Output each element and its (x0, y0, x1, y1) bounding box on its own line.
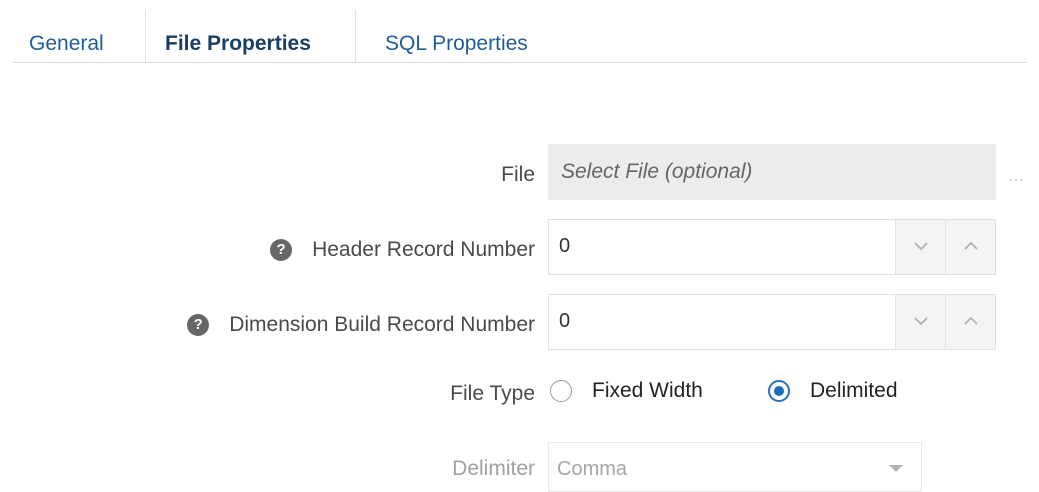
help-icon[interactable]: ? (270, 239, 293, 261)
file-type-label: File Type (450, 382, 535, 405)
delimiter-value: Comma (557, 458, 628, 480)
tab-divider (145, 10, 146, 62)
tab-bar: General File Properties SQL Properties (12, 0, 1027, 63)
header-record-number-input[interactable]: 0 (548, 219, 996, 275)
browse-more-icon[interactable]: … (1008, 168, 1025, 186)
increment-button[interactable] (945, 220, 995, 274)
tab-general[interactable]: General (29, 0, 104, 62)
file-input[interactable]: Select File (optional) (548, 144, 996, 200)
radio-circle-checked[interactable] (768, 380, 790, 402)
radio-fixed-width-label: Fixed Width (592, 379, 703, 402)
dimension-build-record-number-input[interactable]: 0 (548, 294, 996, 350)
dim-build-record-label-text: Dimension Build Record Number (229, 313, 535, 336)
help-icon[interactable]: ? (187, 314, 210, 336)
radio-delimited-label: Delimited (810, 379, 898, 402)
chevron-down-icon (914, 242, 928, 251)
delimiter-select[interactable]: Comma (548, 442, 922, 492)
header-record-label: ? Header Record Number (270, 238, 535, 262)
radio-circle-unchecked[interactable] (550, 380, 572, 402)
chevron-up-icon (964, 241, 978, 250)
header-record-label-text: Header Record Number (312, 238, 535, 261)
decrement-button[interactable] (895, 220, 945, 274)
caret-down-icon (889, 465, 903, 472)
dim-build-record-value: 0 (559, 310, 571, 332)
dim-build-record-label: ? Dimension Build Record Number (187, 313, 535, 337)
delimiter-label: Delimiter (452, 457, 535, 480)
file-placeholder: Select File (optional) (561, 160, 753, 183)
tab-sql-properties[interactable]: SQL Properties (385, 0, 528, 62)
increment-button[interactable] (945, 295, 995, 349)
chevron-down-icon (914, 317, 928, 326)
header-record-value: 0 (559, 235, 571, 257)
file-label: File (501, 163, 535, 186)
tab-divider (355, 10, 356, 62)
decrement-button[interactable] (895, 295, 945, 349)
chevron-up-icon (964, 316, 978, 325)
tab-file-properties[interactable]: File Properties (165, 0, 311, 62)
